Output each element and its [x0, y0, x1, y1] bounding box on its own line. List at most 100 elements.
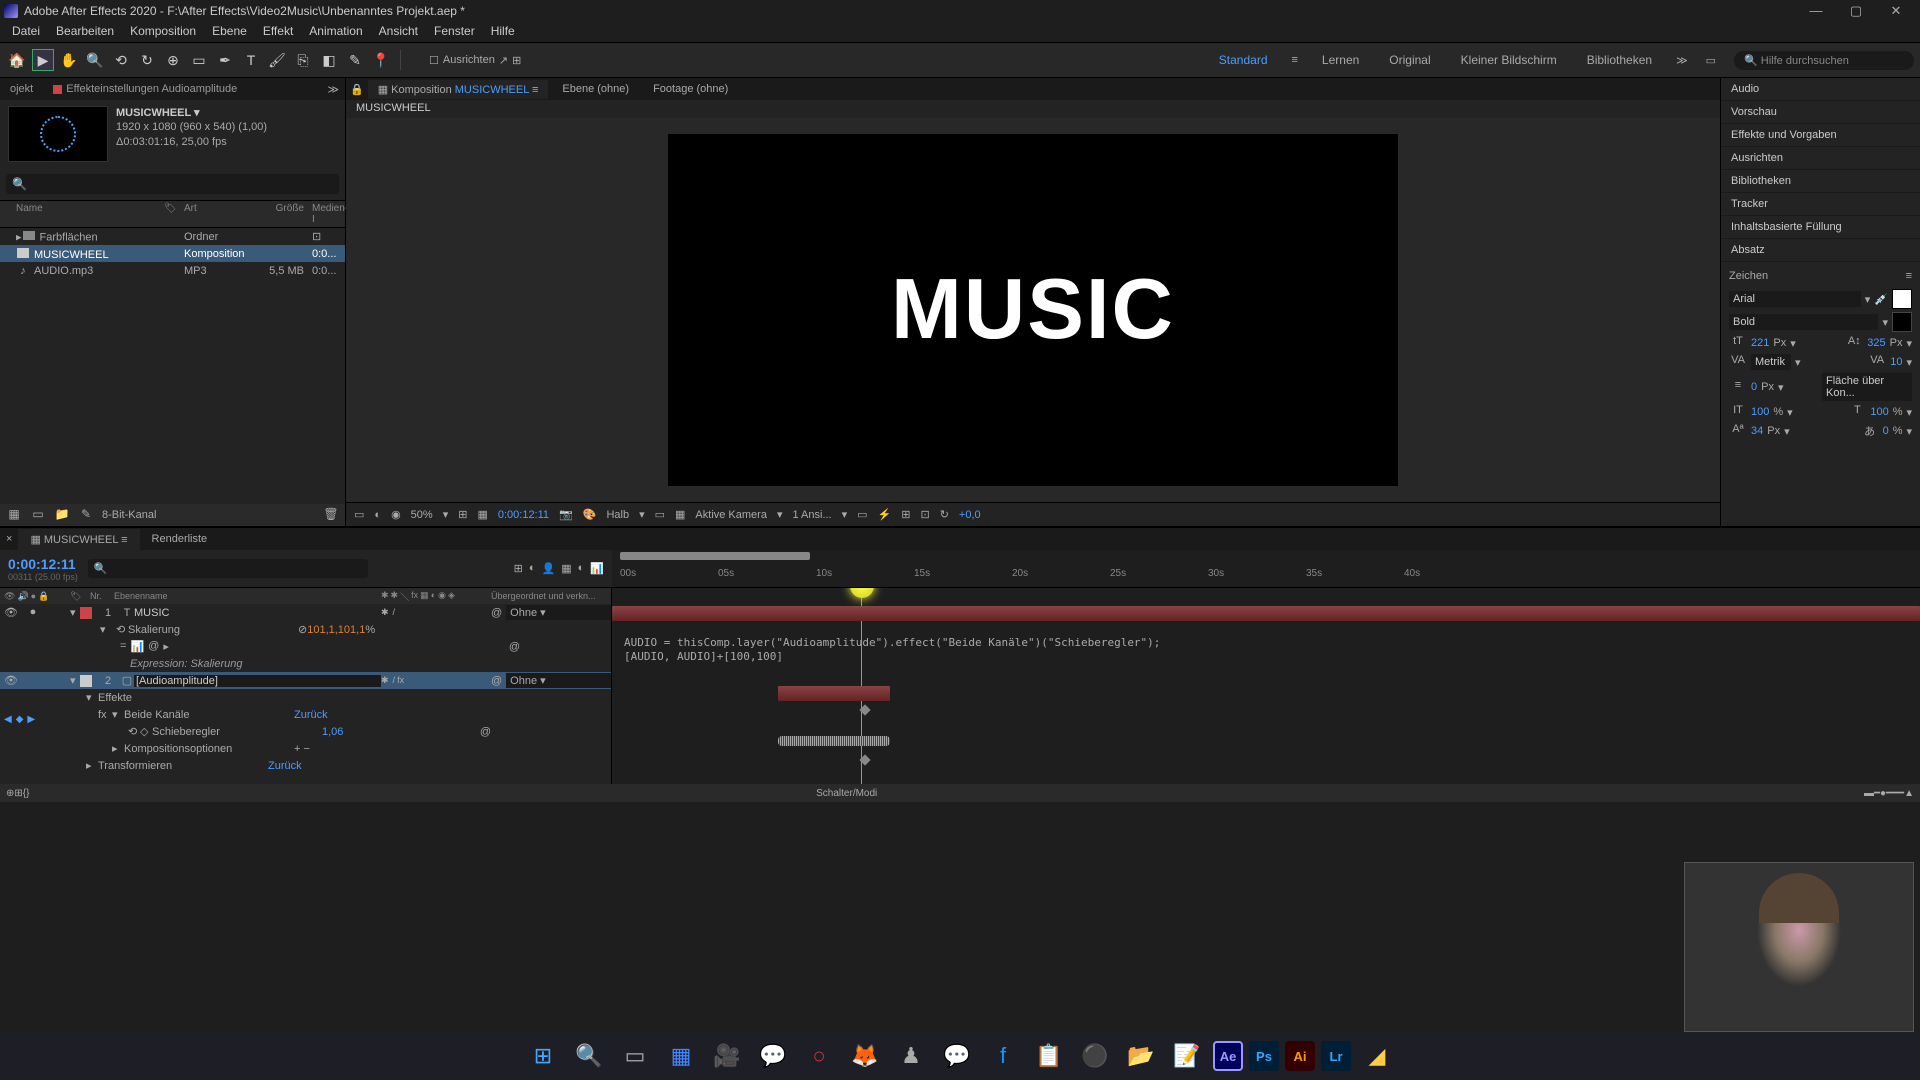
timeline-track-area[interactable]: AUDIO = thisComp.layer("Audioamplitude")… [612, 588, 1920, 784]
panel-inhalt[interactable]: Inhaltsbasierte Füllung [1721, 216, 1920, 239]
eraser-tool[interactable]: ◧ [318, 49, 340, 71]
fill-color-swatch[interactable] [1892, 289, 1912, 309]
menu-effekt[interactable]: Effekt [255, 22, 301, 42]
panel-vorschau[interactable]: Vorschau [1721, 101, 1920, 124]
kerning[interactable]: Metrik [1751, 354, 1791, 370]
frame-blend-icon[interactable]: ▦ [561, 562, 571, 575]
prev-keyframe-icon[interactable]: ◀ [4, 714, 12, 725]
baseline[interactable]: 34 [1751, 425, 1763, 437]
zoom-slider[interactable]: ━●━━━ [1874, 788, 1904, 799]
bit-depth[interactable]: 8-Bit-Kanal [102, 509, 156, 521]
workspace-bibliotheken[interactable]: Bibliotheken [1581, 49, 1658, 71]
av-eye-icon[interactable]: 👁 [4, 591, 15, 602]
workspace-menu-icon[interactable]: ≡ [1292, 54, 1298, 66]
illustrator-app[interactable]: Ai [1285, 1041, 1315, 1071]
brush-tool[interactable]: 🖌 [266, 49, 288, 71]
reset-exp-icon[interactable]: ↻ [940, 508, 949, 521]
viewer-tab-footage[interactable]: Footage (ohne) [643, 80, 738, 98]
flowchart-icon[interactable]: ⊡ [920, 508, 929, 521]
snapshot-icon[interactable]: 📷 [559, 508, 573, 521]
firefox-app[interactable]: 🦊 [845, 1036, 885, 1076]
stroke-width[interactable]: 0 [1751, 381, 1757, 393]
draft3d-icon[interactable]: ◐ [529, 562, 536, 575]
menu-hilfe[interactable]: Hilfe [483, 22, 523, 42]
renderlist-tab[interactable]: Renderliste [140, 529, 220, 549]
next-keyframe-icon[interactable]: ▶ [27, 714, 35, 725]
layer-row-2[interactable]: 👁 ▾ 2 ▢ [Audioamplitude] ✱/fx @Ohne ▾ [0, 672, 611, 689]
whatsapp-app[interactable]: 💬 [753, 1036, 793, 1076]
font-weight-dropdown[interactable]: Bold [1729, 314, 1878, 330]
col-nr[interactable]: Nr. [90, 591, 114, 601]
av-solo-icon[interactable]: ● [31, 591, 36, 602]
workspace-overflow-icon[interactable]: ≫ [1676, 54, 1688, 67]
prop-skalierung[interactable]: Skalierung [128, 624, 298, 636]
tracking[interactable]: 10 [1890, 356, 1902, 368]
anchor-tool[interactable]: ⊕ [162, 49, 184, 71]
reset-link[interactable]: Zurück [294, 709, 328, 721]
panel-ausrichten[interactable]: Ausrichten [1721, 147, 1920, 170]
puppet-tool[interactable]: 📍 [370, 49, 392, 71]
font-family-dropdown[interactable]: Arial [1729, 291, 1861, 307]
rotate-tool[interactable]: ↻ [136, 49, 158, 71]
panel-effekte[interactable]: Effekte und Vorgaben [1721, 124, 1920, 147]
photoshop-app[interactable]: Ps [1249, 1041, 1279, 1071]
panel-absatz[interactable]: Absatz [1721, 239, 1920, 262]
magnification-icon[interactable]: ▭ [354, 508, 364, 521]
motion-blur-icon[interactable]: ◐ [578, 562, 585, 575]
eyedropper-icon[interactable]: 💉 [1874, 293, 1888, 306]
col-layer-name[interactable]: Ebenenname [114, 591, 381, 601]
project-row-folder[interactable]: ▸Farbflächen Ordner ⊡ [0, 228, 345, 245]
guides-icon[interactable]: ▦ [477, 508, 487, 521]
zoom-tool[interactable]: 🔍 [84, 49, 106, 71]
col-media[interactable]: Medien-I [304, 203, 348, 225]
hide-shy-icon[interactable]: 👤 [542, 562, 556, 575]
font-size[interactable]: 221 [1751, 337, 1769, 349]
prop-transformieren[interactable]: Transformieren [98, 760, 268, 772]
switches-modes-toggle[interactable]: Schalter/Modi [816, 788, 877, 799]
rect-tool[interactable]: ▭ [188, 49, 210, 71]
effect-controls-tab[interactable]: Effekteinstellungen Audioamplitude [43, 79, 247, 99]
col-size[interactable]: Größe [254, 203, 304, 225]
prop-beide-kanaele[interactable]: Beide Kanäle [124, 709, 294, 721]
grid-icon[interactable]: ⊞ [458, 508, 467, 521]
time-ruler[interactable]: 00s 05s 10s 15s 20s 25s 30s 35s 40s [612, 550, 1920, 587]
col-art[interactable]: Art [184, 203, 254, 225]
expr-toggle-icon[interactable]: ⊘ [298, 623, 307, 636]
menu-ebene[interactable]: Ebene [204, 22, 255, 42]
aftereffects-app[interactable]: Ae [1213, 1041, 1243, 1071]
notepad-app[interactable]: 📝 [1167, 1036, 1207, 1076]
home-tool[interactable]: 🏠 [6, 49, 28, 71]
search-taskbar[interactable]: 🔍 [569, 1036, 609, 1076]
channel-icon[interactable]: 🎨 [583, 508, 597, 521]
toggle-modes-icon[interactable]: ⊞ [14, 788, 22, 799]
workspace-lernen[interactable]: Lernen [1316, 49, 1365, 71]
expr-pickwhip-icon[interactable]: @ [148, 640, 159, 653]
mask-icon[interactable]: ◉ [391, 508, 401, 521]
viewer-lock-icon[interactable]: 🔒 [350, 83, 364, 96]
exposure[interactable]: +0,0 [959, 509, 981, 521]
col-label-icon[interactable]: 🏷 [164, 203, 184, 225]
av-audio-icon[interactable]: 🔊 [17, 591, 28, 602]
help-search[interactable]: 🔍 Hilfe durchsuchen [1734, 51, 1914, 70]
transparency-icon[interactable]: ▦ [675, 508, 685, 521]
workspace-kleiner[interactable]: Kleiner Bildschirm [1455, 49, 1563, 71]
start-button[interactable]: ⊞ [523, 1036, 563, 1076]
comp-dropdown-icon[interactable]: ▾ [194, 107, 200, 119]
snap-checkbox[interactable]: ☐ [429, 54, 439, 67]
opera-app[interactable]: ○ [799, 1036, 839, 1076]
label-col-icon[interactable]: 🏷 [70, 591, 90, 602]
prop-effekte[interactable]: Effekte [98, 692, 132, 704]
expr-lang-icon[interactable]: ▸ [163, 640, 169, 653]
project-row-audio[interactable]: AUDIO.mp3 MP3 5,5 MB 0:0... [0, 262, 345, 279]
toggle-brackets-icon[interactable]: {} [23, 788, 30, 799]
maximize-button[interactable]: ▢ [1836, 0, 1876, 22]
hscale[interactable]: 100 [1870, 406, 1888, 418]
zoom-out-icon[interactable]: ▬ [1864, 788, 1874, 799]
zoom-in-icon[interactable]: ▲ [1904, 788, 1914, 799]
prop-komposition[interactable]: Kompositionsoptionen [124, 743, 294, 755]
task-view[interactable]: ▭ [615, 1036, 655, 1076]
resolution-dropdown[interactable]: Halb [606, 509, 629, 521]
hand-tool[interactable]: ✋ [58, 49, 80, 71]
roi-icon[interactable]: ▭ [655, 508, 665, 521]
expr-graph-icon[interactable]: 📊 [130, 640, 144, 653]
